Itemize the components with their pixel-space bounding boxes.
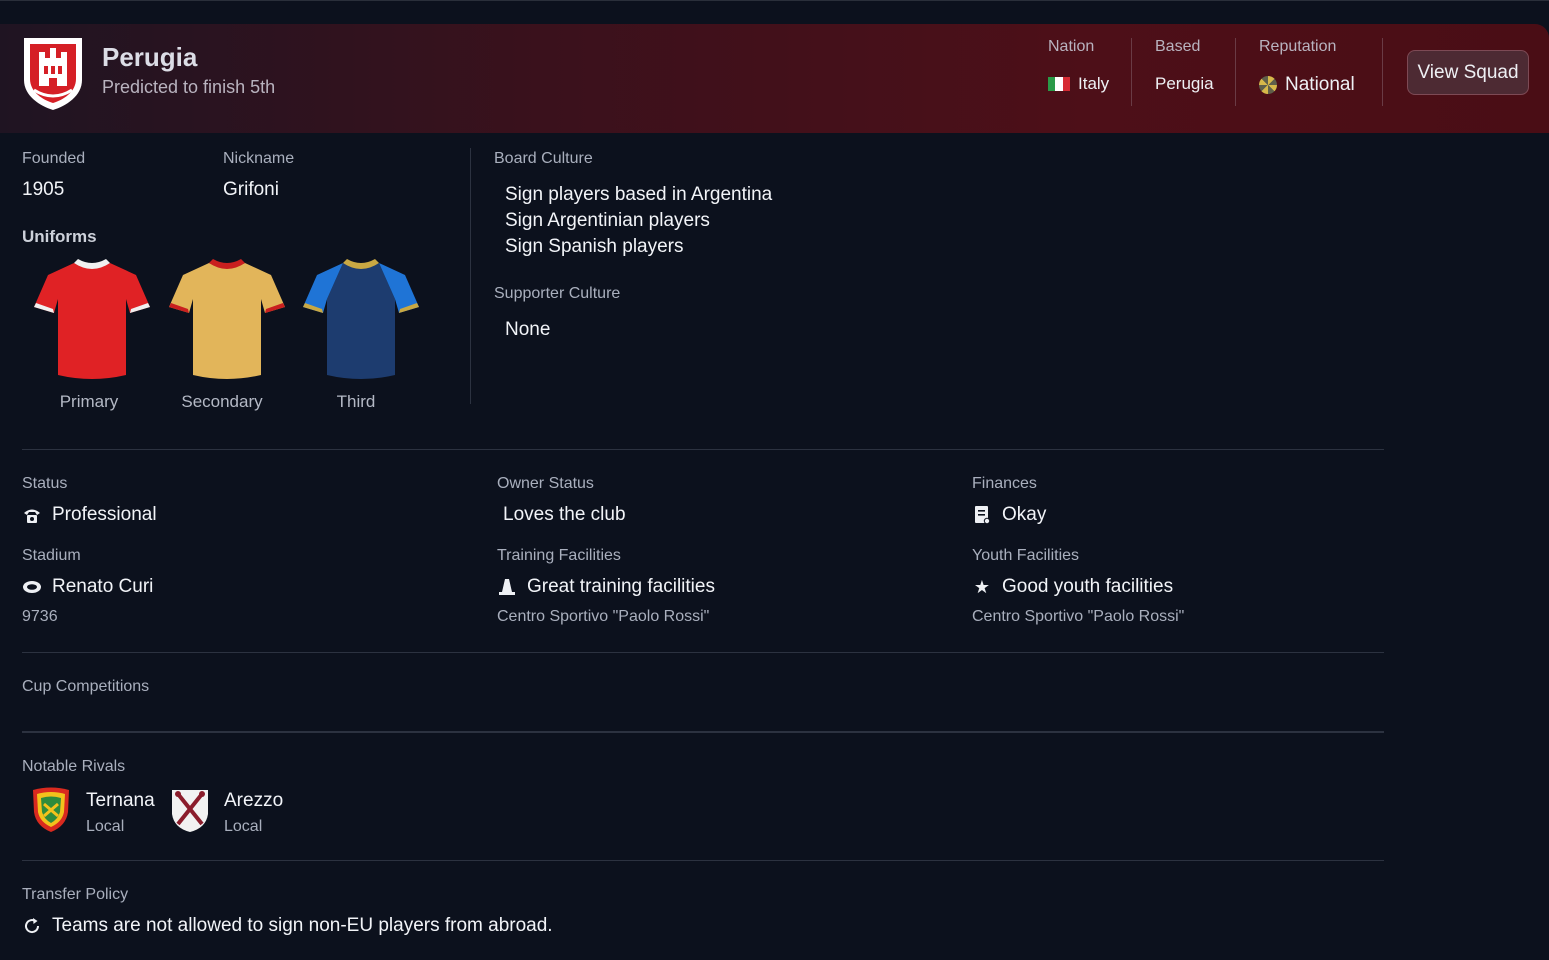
finances-label: Finances (972, 475, 1037, 492)
owner-status-value: Loves the club (503, 504, 626, 525)
nation-label: Nation (1048, 38, 1095, 55)
third-kit-icon[interactable] (303, 255, 419, 383)
rival-item[interactable]: Ternana Local (30, 786, 155, 836)
rival-type: Local (86, 818, 125, 835)
stadium-capacity: 9736 (22, 608, 58, 625)
section-divider (22, 449, 1384, 450)
section-divider (22, 731, 1384, 733)
nation-text: Italy (1078, 74, 1110, 93)
training-facilities-text: Great training facilities (527, 576, 715, 597)
secondary-kit-icon[interactable] (169, 255, 285, 383)
board-culture-item: Sign players based in Argentina (505, 184, 773, 205)
stadium-label: Stadium (22, 547, 81, 564)
third-kit-label: Third (336, 392, 376, 411)
stadium-value: Renato Curi (22, 576, 153, 598)
training-facilities-label: Training Facilities (497, 547, 621, 564)
stadium-name: Renato Curi (52, 576, 154, 597)
board-culture-item: Sign Spanish players (505, 236, 684, 257)
stadium-icon (22, 577, 42, 597)
section-divider (22, 860, 1384, 861)
phone-icon (22, 505, 42, 525)
rival-name: Ternana (86, 790, 155, 811)
nation-value: Italy (1048, 74, 1109, 94)
board-culture-item: Sign Argentinian players (505, 210, 710, 231)
section-divider (22, 652, 1384, 653)
cup-competitions-label: Cup Competitions (22, 678, 150, 695)
top-border (0, 0, 1549, 1)
view-squad-button[interactable]: View Squad (1407, 50, 1529, 95)
transfer-policy-value: Teams are not allowed to sign non-EU pla… (22, 915, 553, 937)
youth-facilities-value: ★ Good youth facilities (972, 576, 1173, 598)
header-divider (1382, 38, 1383, 106)
rival-name: Arezzo (224, 790, 284, 811)
notable-rivals-label: Notable Rivals (22, 758, 126, 775)
perugia-crest-icon (24, 38, 82, 110)
club-name: Perugia (102, 42, 198, 72)
transfer-policy-text: Teams are not allowed to sign non-EU pla… (52, 915, 553, 936)
supporter-culture-value: None (505, 319, 551, 340)
reputation-label: Reputation (1259, 38, 1337, 55)
reputation-value: National (1259, 74, 1355, 96)
rival-item[interactable]: Arezzo Local (170, 786, 283, 836)
transfer-policy-label: Transfer Policy (22, 886, 129, 903)
reputation-text: National (1285, 74, 1355, 95)
board-culture-label: Board Culture (494, 150, 593, 167)
youth-facility-name: Centro Sportivo "Paolo Rossi" (972, 608, 1185, 625)
status-label: Status (22, 475, 68, 492)
youth-facilities-label: Youth Facilities (972, 547, 1080, 564)
status-text: Professional (52, 504, 157, 525)
star-icon: ★ (973, 576, 991, 597)
training-facility-name: Centro Sportivo "Paolo Rossi" (497, 608, 710, 625)
founded-value: 1905 (22, 179, 65, 200)
based-label: Based (1155, 38, 1201, 55)
based-column: Based Perugia (1155, 38, 1214, 94)
reputation-icon (1259, 76, 1277, 94)
ledger-icon (972, 505, 992, 525)
refresh-icon (22, 916, 42, 936)
owner-status-label: Owner Status (497, 475, 594, 492)
header-divider (1235, 38, 1236, 106)
predicted-finish: Predicted to finish 5th (102, 77, 276, 97)
ternana-crest-icon (33, 787, 69, 832)
youth-facilities-text: Good youth facilities (1002, 576, 1174, 597)
supporter-culture-label: Supporter Culture (494, 285, 621, 302)
training-facilities-value: Great training facilities (497, 576, 715, 598)
nickname-label: Nickname (223, 150, 295, 167)
nickname-value: Grifoni (223, 179, 279, 200)
rival-type: Local (224, 818, 263, 835)
uniforms-title: Uniforms (22, 227, 97, 246)
reputation-column: Reputation National (1259, 38, 1355, 96)
arezzo-crest-icon (172, 790, 208, 832)
primary-kit-label: Primary (59, 392, 119, 411)
founded-label: Founded (22, 150, 86, 167)
cone-icon (497, 577, 517, 597)
header-divider (1131, 38, 1132, 106)
primary-kit-icon[interactable] (34, 255, 150, 383)
nation-column: Nation Italy (1048, 38, 1109, 94)
based-value: Perugia (1155, 74, 1214, 93)
finances-text: Okay (1002, 504, 1047, 525)
secondary-kit-label: Secondary (181, 392, 263, 411)
italy-flag-icon (1048, 77, 1070, 91)
column-divider (470, 148, 471, 404)
finances-value: Okay (972, 504, 1046, 526)
status-value: Professional (22, 504, 157, 526)
club-header: Perugia Predicted to finish 5th Nation I… (0, 24, 1549, 133)
